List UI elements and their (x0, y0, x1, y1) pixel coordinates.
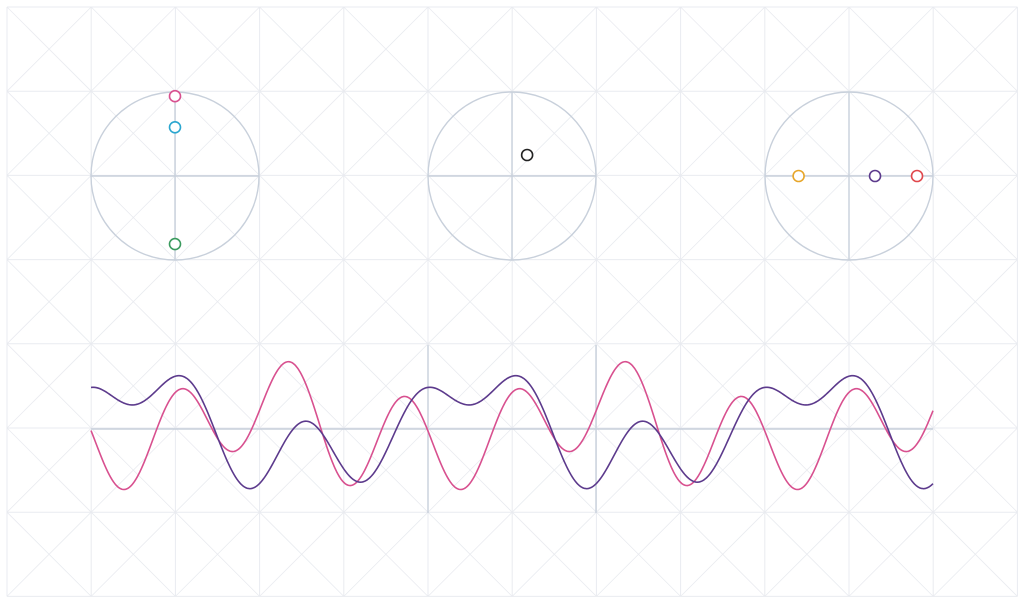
green-point (168, 237, 182, 251)
black-point (520, 148, 534, 162)
diagram-canvas (6, 6, 1018, 597)
purple-point (868, 169, 882, 183)
right-unit-circle (764, 91, 934, 261)
red-point (910, 169, 924, 183)
pink-point (168, 89, 182, 103)
cyan-point (168, 120, 182, 134)
unit-circles (90, 89, 934, 261)
phasor-diagram (0, 0, 1024, 605)
orange-point (792, 169, 805, 183)
